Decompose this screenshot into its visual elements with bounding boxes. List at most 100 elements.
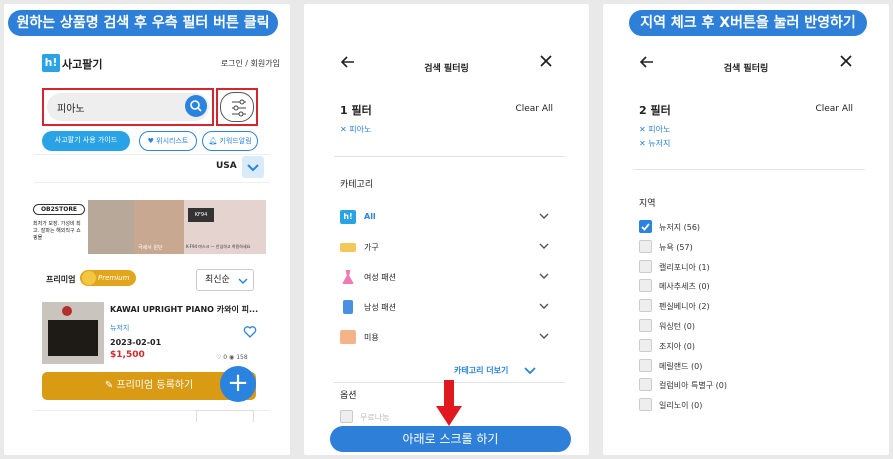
remove-tag-icon: ✕ [340, 125, 350, 134]
region-option[interactable]: 컬럼비아 특별구 (0) [639, 378, 839, 394]
option-checkbox[interactable] [340, 410, 353, 423]
option-label: 무료나눔 [360, 413, 390, 422]
category-mens-fashion[interactable]: 남성 패션 [340, 300, 550, 316]
app-name: 사고팔기 [62, 58, 103, 71]
region-option[interactable]: 일리노이 (0) [639, 398, 839, 414]
search-value: 피아노 [57, 104, 85, 115]
all-icon: h! [340, 210, 356, 224]
search-icon [190, 100, 202, 112]
shirt-icon [343, 300, 353, 314]
wishlist-chip[interactable]: ♥ 위시리스트 [139, 131, 197, 151]
category-label: 남성 패션 [364, 303, 396, 312]
banner-store-text: 최저가 보장. 가성비 최고. 잘파는 해외직구 쇼핑몰 [33, 221, 81, 241]
premium-register-label: 프리미엄 등록하기 [116, 380, 194, 391]
category-beauty[interactable]: 미용 [340, 330, 550, 346]
chevron-down-icon [539, 243, 549, 249]
item-location: 뉴저지 [110, 324, 130, 332]
divider [633, 169, 865, 170]
clear-all-button[interactable]: Clear All [515, 104, 553, 114]
item-likes: 0 [223, 354, 228, 361]
heart-outline-icon[interactable] [243, 325, 257, 339]
filter-button[interactable] [220, 92, 254, 122]
region-checkbox[interactable] [639, 378, 652, 392]
category-label: 가구 [364, 243, 379, 252]
region-option[interactable]: 캘리포니아 (1) [639, 259, 839, 276]
dress-icon [342, 270, 354, 284]
category-furniture[interactable]: 가구 [340, 240, 550, 256]
region-option[interactable]: 워싱턴 (0) [639, 319, 839, 335]
sliders-icon [232, 99, 246, 117]
item-stats: ♡ 0 ◉ 158 [216, 354, 248, 361]
category-womens-fashion[interactable]: 여성 패션 [340, 270, 550, 286]
region-label: 메사추세츠 (0) [659, 282, 710, 292]
remove-tag-icon: ✕ [639, 125, 649, 134]
scroll-down-callout: 아래로 스크롤 하기 [330, 426, 571, 452]
filter-tag[interactable]: ✕ 뉴저지 [639, 138, 670, 149]
region-label: 일리노이 (0) [659, 401, 703, 411]
bell-icon: 🔔︎ [208, 137, 220, 145]
region-label: 조지아 (0) [659, 341, 695, 351]
sort-dropdown[interactable]: 최신순 [196, 269, 254, 291]
region-checkbox[interactable] [639, 338, 652, 352]
region-checkbox[interactable] [639, 398, 652, 412]
banner-sub-text: K-F94 마스크 — 안심하고 착용하세요 [186, 244, 251, 249]
banner-image-mask: KF94 K-F94 마스크 — 안심하고 착용하세요 [184, 200, 266, 254]
checkmark-icon [641, 223, 650, 231]
app-logo[interactable]: h! [42, 54, 60, 72]
sort-value: 최신순 [205, 275, 230, 285]
item-thumbnail[interactable] [42, 302, 104, 364]
region-option[interactable]: 뉴저지 (56) [639, 220, 839, 236]
trophy-icon [82, 271, 96, 285]
filter-count: 2 필터 [639, 104, 671, 117]
search-button[interactable] [185, 95, 207, 117]
region-option[interactable]: 조지아 (0) [639, 338, 839, 355]
region-label: 펜실베니아 (2) [659, 302, 710, 312]
region-checkbox[interactable] [639, 239, 652, 253]
filter-tag-label: 피아노 [648, 125, 671, 134]
category-all[interactable]: h! All [340, 210, 550, 226]
region-checkbox[interactable] [639, 319, 652, 332]
banner-image-bedding [88, 200, 134, 254]
region-option[interactable]: 펜실베니아 (2) [639, 299, 839, 315]
region-option[interactable]: 메사추세츠 (0) [639, 279, 839, 295]
divider [334, 156, 565, 157]
keyword-alert-chip[interactable]: 🔔︎ 키워드알림 [202, 131, 258, 151]
filter-count: 1 필터 [340, 104, 372, 117]
guide-chip[interactable]: 사고팔기 사용 가이드 [42, 131, 130, 151]
region-dropdown-button[interactable] [242, 156, 264, 178]
region-option[interactable]: 뉴욕 (57) [639, 239, 839, 256]
more-categories-button[interactable]: 카테고리 더보기 [454, 365, 537, 376]
banner-store-block: OB2STORE 최저가 보장. 가성비 최고. 잘파는 해외직구 쇼핑몰 [30, 200, 88, 254]
region-label: 캘리포니아 (1) [659, 262, 710, 272]
region-checkbox[interactable] [639, 299, 652, 313]
clear-all-button[interactable]: Clear All [815, 104, 853, 114]
category-label: All [364, 212, 376, 221]
region-checkbox[interactable] [639, 220, 652, 233]
add-fab-button[interactable]: + [220, 366, 256, 402]
chevron-down-icon [539, 213, 549, 219]
filter-tag[interactable]: ✕ 피아노 [340, 124, 371, 135]
banner-mid-text: 극세사 원단 [138, 245, 163, 251]
close-icon[interactable] [839, 54, 853, 68]
item-views: 158 [236, 354, 248, 361]
search-input[interactable]: 피아노 [47, 93, 209, 121]
region-checkbox[interactable] [639, 358, 652, 372]
close-icon[interactable] [539, 54, 553, 68]
region-checkbox[interactable] [639, 279, 652, 293]
chevron-down-icon [539, 273, 549, 279]
filter-tag-label: 뉴저지 [648, 139, 671, 148]
premium-badge-text: Premium [98, 274, 130, 282]
ad-banner[interactable]: OB2STORE 최저가 보장. 가성비 최고. 잘파는 해외직구 쇼핑몰 극세… [30, 200, 266, 254]
premium-mark-icon [62, 306, 72, 316]
region-checkbox[interactable] [639, 259, 652, 273]
region-option[interactable]: 메릴랜드 (0) [639, 358, 839, 375]
login-link[interactable]: 로그인 / 회원가입 [221, 58, 280, 69]
filter-tag[interactable]: ✕ 피아노 [639, 124, 670, 135]
item-title[interactable]: KAWAI UPRIGHT PIANO 카와이 피... [110, 304, 260, 315]
region-heading: 지역 [639, 199, 656, 209]
options-heading: 옵션 [340, 391, 357, 401]
item-date: 2023-02-01 [110, 338, 162, 347]
pencil-icon: ✎ [104, 380, 117, 391]
more-categories-label: 카테고리 더보기 [454, 366, 509, 375]
instruction-callout: 원하는 상품명 검색 후 우측 필터 버튼 클릭 [8, 10, 278, 36]
